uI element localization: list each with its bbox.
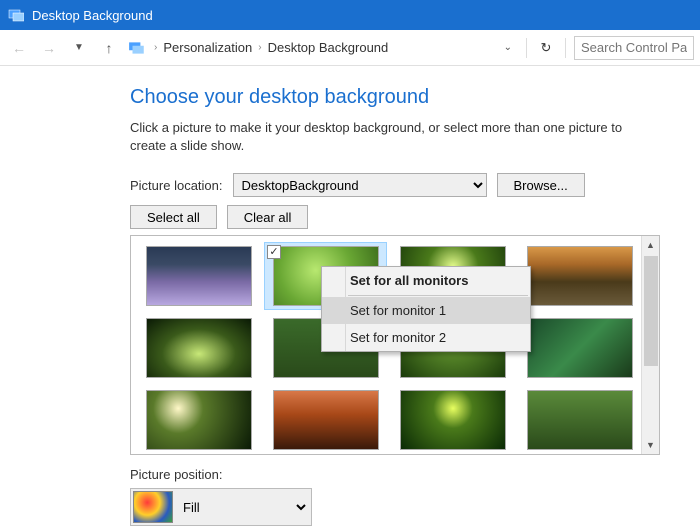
thumbnail-image (527, 246, 633, 306)
position-preview-icon (133, 491, 173, 523)
picture-position-label: Picture position: (130, 467, 674, 482)
breadcrumb-item[interactable]: Desktop Background (268, 40, 389, 55)
thumbnail[interactable] (518, 314, 641, 382)
thumbnail-image (400, 390, 506, 450)
scroll-thumb[interactable] (644, 256, 658, 366)
thumbnail[interactable] (518, 386, 641, 454)
divider (526, 38, 527, 58)
titlebar: Desktop Background (0, 0, 700, 30)
page-subtext: Click a picture to make it your desktop … (130, 119, 650, 155)
content: Choose your desktop background Click a p… (0, 66, 700, 526)
control-panel-icon (8, 7, 24, 23)
address-icon (128, 39, 146, 57)
thumbnail-image (146, 246, 252, 306)
back-button[interactable]: ← (6, 35, 32, 61)
breadcrumb[interactable]: › Personalization › Desktop Background (150, 40, 494, 55)
chevron-right-icon: › (258, 42, 261, 53)
context-menu-item[interactable]: Set for monitor 1 (322, 297, 530, 324)
search-input[interactable] (574, 36, 694, 60)
up-button[interactable]: ↑ (96, 35, 122, 61)
thumbnail-image (273, 390, 379, 450)
picture-location-row: Picture location: DesktopBackground Brow… (130, 173, 674, 197)
selection-row: Select all Clear all (130, 205, 674, 229)
context-menu: Set for all monitors Set for monitor 1Set… (321, 266, 531, 352)
scroll-down-icon[interactable]: ▼ (642, 436, 659, 454)
thumbnail[interactable] (137, 242, 260, 310)
thumbnail[interactable] (518, 242, 641, 310)
breadcrumb-item[interactable]: Personalization (163, 40, 252, 55)
thumbnail-image (146, 318, 252, 378)
forward-button[interactable]: → (36, 35, 62, 61)
picture-location-label: Picture location: (130, 178, 223, 193)
select-all-button[interactable]: Select all (130, 205, 217, 229)
navbar: ← → ▼ ↑ › Personalization › Desktop Back… (0, 30, 700, 66)
page-heading: Choose your desktop background (130, 86, 674, 109)
picture-position-control: Fill (130, 488, 312, 526)
checkbox-icon[interactable]: ✓ (267, 245, 281, 259)
browse-button[interactable]: Browse... (497, 173, 585, 197)
thumbnail-image (527, 318, 633, 378)
recent-locations-button[interactable]: ▼ (66, 35, 92, 61)
chevron-right-icon: › (154, 42, 157, 53)
refresh-button[interactable]: ↻ (535, 37, 557, 59)
picture-position-select[interactable]: Fill (179, 496, 309, 518)
picture-gallery: ✓ ▲ ▼ Set for all monitors Set for monito… (130, 235, 660, 455)
picture-location-select[interactable]: DesktopBackground (233, 173, 487, 197)
context-menu-item[interactable]: Set for all monitors (322, 267, 530, 294)
address-dropdown[interactable]: ⌄ (498, 42, 518, 53)
thumbnail[interactable] (137, 314, 260, 382)
picture-position-row: Picture position: Fill (130, 467, 674, 526)
scroll-up-icon[interactable]: ▲ (642, 236, 659, 254)
context-menu-item[interactable]: Set for monitor 2 (322, 324, 530, 351)
thumbnail[interactable] (264, 386, 387, 454)
clear-all-button[interactable]: Clear all (227, 205, 309, 229)
context-menu-separator (348, 295, 528, 296)
window-title: Desktop Background (32, 8, 153, 23)
thumbnail-image (527, 390, 633, 450)
thumbnail-image (146, 390, 252, 450)
thumbnail[interactable] (137, 386, 260, 454)
scrollbar[interactable]: ▲ ▼ (641, 236, 659, 454)
divider (565, 38, 566, 58)
thumbnail[interactable] (391, 386, 514, 454)
